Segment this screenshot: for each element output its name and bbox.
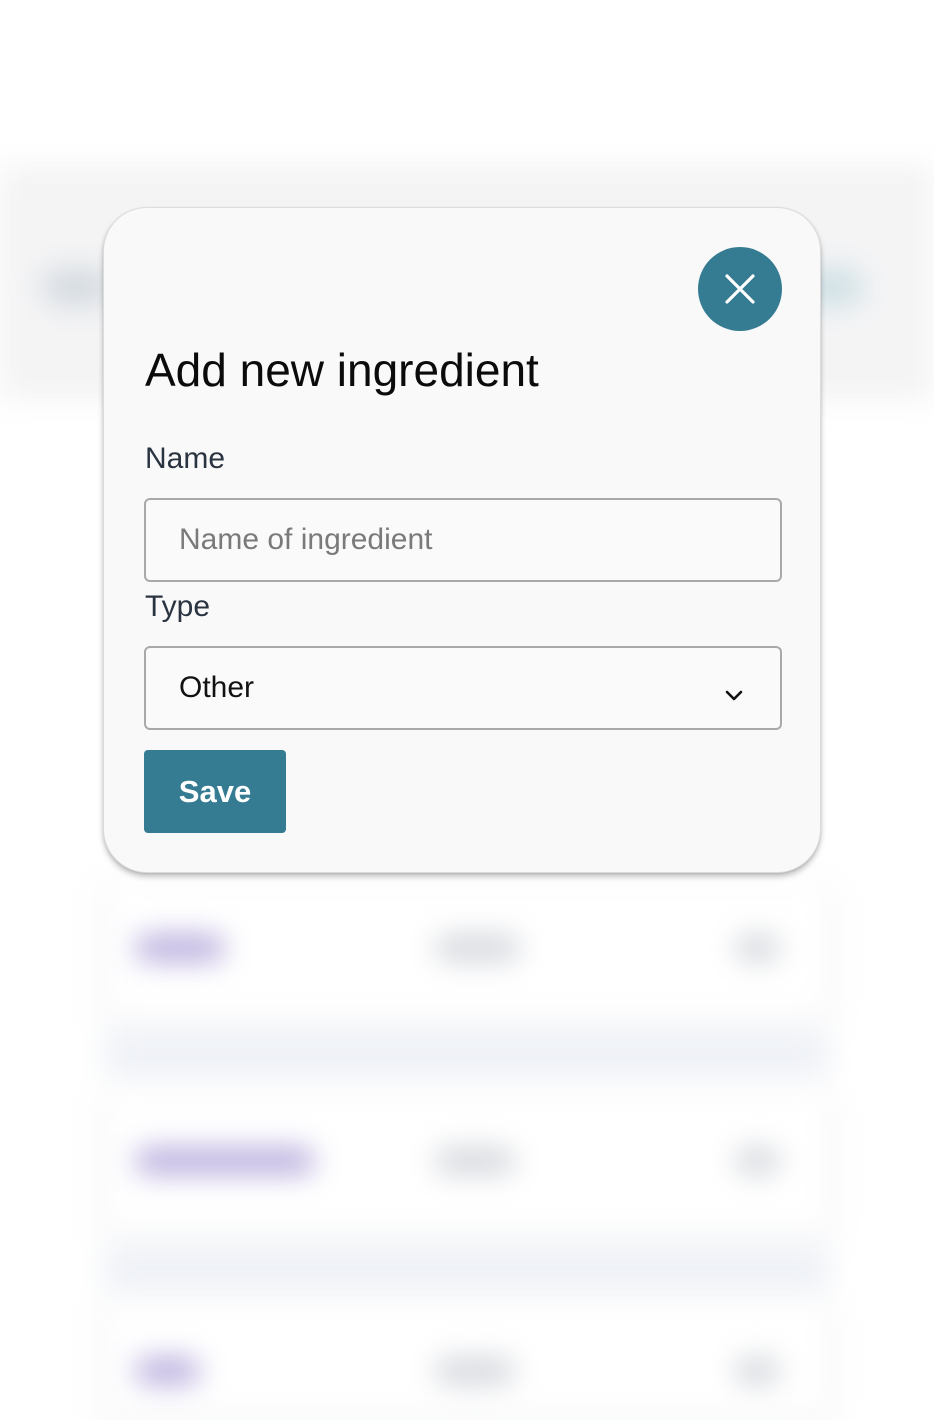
background-header-item [42, 268, 112, 306]
close-icon [725, 274, 755, 304]
type-label: Type [145, 590, 211, 623]
background-divider [104, 1035, 830, 1075]
background-row-cell [735, 1148, 780, 1174]
background-row-cell [435, 1148, 515, 1174]
chevron-down-icon [725, 690, 743, 701]
background-divider [104, 1250, 830, 1290]
background-row-cell [735, 1358, 780, 1384]
name-input[interactable] [144, 498, 782, 582]
add-ingredient-modal: Add new ingredient Name Type Other Save [103, 207, 821, 873]
type-select[interactable]: Other [144, 646, 782, 730]
background-row-link [135, 935, 225, 961]
background-row-cell [735, 935, 780, 961]
background-row-cell [435, 935, 520, 961]
name-label: Name [145, 442, 226, 475]
close-button[interactable] [698, 247, 782, 331]
background-row-cell [435, 1358, 515, 1384]
type-select-value: Other [179, 671, 255, 704]
save-button[interactable]: Save [144, 750, 286, 833]
modal-title: Add new ingredient [145, 344, 539, 396]
background-row-link [135, 1148, 315, 1174]
background-row-link [135, 1358, 200, 1384]
